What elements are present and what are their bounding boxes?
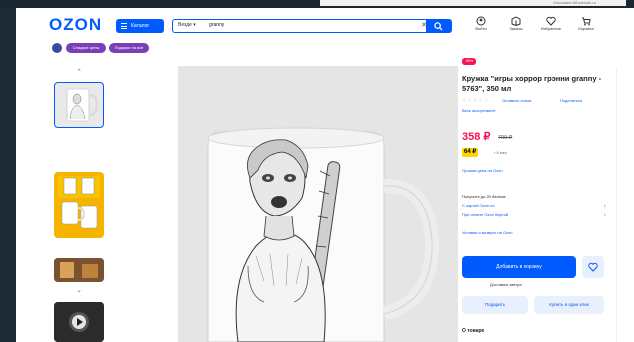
card-installment-label: • 6 мес (494, 150, 507, 155)
bonus-line[interactable]: С картой Ozon по 1 (462, 201, 606, 210)
ad-text: Московия Wholesale.ru (553, 0, 596, 5)
chip-icon[interactable] (52, 43, 62, 53)
favorites-icon (546, 16, 556, 26)
related-link[interactable]: Весь ассортимент (462, 108, 496, 114)
chip-gifts[interactable]: Подарки на всё (109, 43, 149, 53)
bonus-count: 1 (603, 203, 606, 208)
ozon-card-price: 64 ₽ (462, 148, 479, 157)
product-main-image[interactable] (178, 66, 458, 342)
catalog-button[interactable]: Каталог (116, 19, 164, 33)
gallery-down-arrow[interactable]: ⌄ (68, 286, 90, 296)
orders-label: Заказы (509, 26, 523, 31)
orders-icon (511, 16, 521, 26)
search-scope-select[interactable]: Везде ▾ (178, 20, 196, 31)
delivery-note: Доставим завтра (490, 282, 522, 287)
discount-badge: -55% (462, 58, 476, 65)
bonus-line: Получите до 20 баллов (462, 192, 606, 201)
menu-icon (121, 23, 127, 29)
login-button[interactable]: Войти (466, 16, 496, 38)
mug-pair-thumbnail-image (58, 176, 100, 229)
gallery-up-arrow[interactable]: ⌃ (68, 68, 90, 78)
about-heading: О товаре (462, 328, 485, 334)
terms-link[interactable]: Условия и возврат на Ozon (462, 230, 513, 236)
search-button[interactable] (426, 19, 452, 33)
divider (616, 68, 617, 342)
orders-button[interactable]: Заказы (501, 16, 531, 38)
thumbnail-1[interactable] (54, 82, 104, 128)
thumbnail-video[interactable] (54, 302, 104, 342)
mug-thumbnail-image (66, 88, 99, 122)
product-title: Кружка "игры хоррор грэнни granny - 5763… (462, 74, 602, 93)
login-icon (476, 16, 486, 26)
best-price-link[interactable]: Лучшая цена на Ozon (462, 168, 503, 174)
favorite-button[interactable] (582, 256, 604, 278)
thumbnail-2[interactable] (54, 172, 104, 238)
thumbnail-gallery: ⌃ ⌄ (52, 68, 106, 342)
browser-top-strip: Московия Wholesale.ru (0, 0, 634, 8)
cart-button[interactable]: Корзина (571, 16, 601, 38)
search-icon (434, 22, 443, 31)
ozon-logo[interactable]: OZON (49, 16, 102, 34)
price: 358 ₽ (462, 131, 491, 143)
scene-thumbnail-image (54, 258, 104, 282)
search-input[interactable]: Везде ▾ granny ✕ (172, 19, 434, 33)
cart-label: Корзина (578, 26, 594, 31)
cart-icon (582, 17, 591, 26)
mug-photo (178, 66, 458, 342)
chip-sweet-prices[interactable]: Сладкие цены (66, 43, 106, 53)
bonus-count: 1 (603, 212, 606, 217)
product-page: OZON Каталог Везде ▾ granny ✕ Войти Зака… (16, 8, 634, 342)
share-link[interactable]: Поделиться (560, 98, 582, 104)
bonus-text: С картой Ozon по (462, 203, 495, 208)
search-query[interactable]: granny (209, 20, 224, 31)
catalog-label: Каталог (131, 23, 150, 29)
add-to-cart-button[interactable]: Добавить в корзину (462, 256, 576, 278)
play-icon (54, 302, 104, 342)
bonus-text: Получите до 20 баллов (462, 194, 506, 199)
thumbnail-3[interactable] (54, 258, 104, 282)
login-label: Войти (475, 26, 487, 31)
old-price: 799 ₽ (498, 135, 513, 141)
favorites-label: Избранное (540, 26, 562, 31)
reviews-link[interactable]: Оставить отзыв (502, 98, 531, 104)
heart-icon (588, 262, 598, 272)
rating-stars[interactable]: ☆☆☆☆☆ (462, 98, 489, 104)
bonus-text: При оплате Ozon Картой (462, 212, 509, 217)
bonus-line[interactable]: При оплате Ozon Картой 1 (462, 210, 606, 219)
favorites-button[interactable]: Избранное (536, 16, 566, 38)
gift-button[interactable]: Подарить (462, 296, 528, 314)
header: OZON Каталог Везде ▾ granny ✕ Войти Зака… (16, 8, 634, 40)
buy-one-click-button[interactable]: Купить в один клик (534, 296, 604, 314)
top-ad-banner[interactable]: Московия Wholesale.ru (320, 0, 626, 6)
bonus-info: Получите до 20 баллов С картой Ozon по 1 … (462, 192, 606, 219)
